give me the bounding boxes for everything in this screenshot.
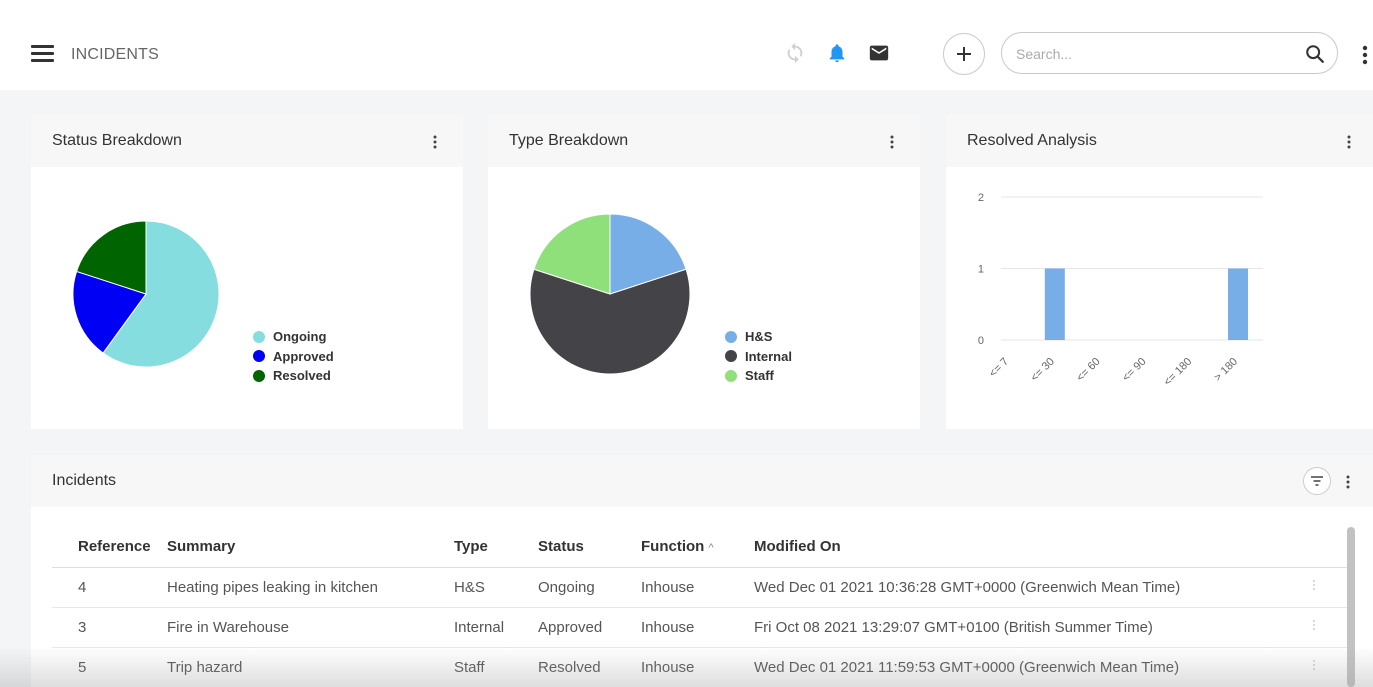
legend-item[interactable]: Ongoing (253, 327, 334, 347)
row-menu-icon[interactable] (1309, 567, 1347, 608)
cell-summary: Trip hazard (167, 647, 454, 687)
x-tick-label: <= 180 (1162, 356, 1195, 389)
y-tick-label: 0 (978, 335, 984, 347)
x-tick-label: <= 7 (987, 356, 1011, 380)
cell-modified-on: Wed Dec 01 2021 10:36:28 GMT+0000 (Green… (754, 567, 1309, 608)
cell-modified-on: Fri Oct 08 2021 13:29:07 GMT+0100 (Briti… (754, 607, 1309, 648)
bar[interactable] (1044, 268, 1065, 341)
top-app-bar: INCIDENTS (0, 0, 1373, 90)
legend-item[interactable]: Staff (725, 366, 792, 386)
table-row[interactable]: 3 Fire in Warehouse Internal Approved In… (52, 607, 1347, 648)
type-pie-chart (529, 213, 691, 375)
card-header: Resolved Analysis (946, 115, 1373, 167)
cell-reference: 3 (52, 607, 167, 648)
sort-asc-icon: ^ (708, 542, 714, 555)
card-title: Type Breakdown (509, 132, 629, 149)
cell-type: Internal (454, 607, 538, 648)
search-icon[interactable] (1304, 43, 1326, 65)
cell-reference: 5 (52, 647, 167, 687)
card-title: Resolved Analysis (967, 132, 1097, 149)
more-vert-icon[interactable] (429, 133, 441, 151)
cell-summary: Fire in Warehouse (167, 607, 454, 648)
more-vert-icon[interactable] (886, 133, 898, 151)
column-header-status[interactable]: Status (538, 527, 641, 568)
y-tick-label: 1 (978, 264, 984, 276)
cell-function: Inhouse (641, 647, 754, 687)
sync-icon[interactable] (782, 40, 808, 66)
cell-summary: Heating pipes leaking in kitchen (167, 567, 454, 608)
legend-item[interactable]: H&S (725, 327, 792, 347)
table-row[interactable]: 5 Trip hazard Staff Resolved Inhouse Wed… (52, 647, 1347, 687)
y-tick-label: 2 (978, 192, 984, 204)
resolved-bar-chart: 0 1 2 <= 7 <= 30 <= 60 <= 90 <= 180 > 180 (978, 192, 1263, 389)
cell-modified-on: Wed Dec 01 2021 11:59:53 GMT+0000 (Green… (754, 647, 1309, 687)
add-button[interactable] (943, 33, 985, 75)
status-breakdown-card: Status Breakdown Ongoing Approved Resolv… (31, 115, 463, 429)
incidents-card: Incidents Reference Summary Type Status … (31, 455, 1373, 687)
card-title: Status Breakdown (52, 132, 182, 149)
page-title: INCIDENTS (71, 46, 160, 63)
resolved-analysis-card: Resolved Analysis 0 1 2 <= 7 <= 30 <= 60 <= 90… (946, 115, 1373, 429)
more-vert-icon[interactable] (1343, 133, 1355, 151)
column-header-function[interactable]: Function ^ (641, 527, 754, 568)
menu-icon[interactable] (31, 45, 54, 62)
mail-icon[interactable] (866, 40, 892, 66)
search-input[interactable] (1016, 43, 1286, 65)
column-header-summary[interactable]: Summary (167, 527, 454, 568)
bar[interactable] (1228, 268, 1248, 341)
x-tick-label: <= 90 (1120, 356, 1148, 384)
card-header: Type Breakdown (488, 115, 920, 167)
plus-icon (957, 47, 971, 61)
type-legend: H&S Internal Staff (725, 327, 792, 386)
more-vert-icon[interactable] (1357, 44, 1373, 66)
legend-item[interactable]: Resolved (253, 366, 334, 386)
row-menu-icon[interactable] (1309, 647, 1347, 687)
column-header-modified-on[interactable]: Modified On (754, 527, 1309, 568)
status-legend: Ongoing Approved Resolved (253, 327, 334, 386)
table-row[interactable]: 4 Heating pipes leaking in kitchen H&S O… (52, 567, 1347, 608)
cell-status: Approved (538, 607, 641, 648)
filter-icon (1311, 476, 1323, 486)
column-header-actions (1309, 527, 1347, 568)
column-header-reference[interactable]: Reference (52, 527, 167, 568)
cell-status: Resolved (538, 647, 641, 687)
cell-function: Inhouse (641, 567, 754, 608)
card-header: Status Breakdown (31, 115, 463, 167)
status-pie-chart (72, 220, 220, 368)
cell-type: Staff (454, 647, 538, 687)
bell-icon[interactable] (824, 40, 850, 66)
scrollbar[interactable] (1347, 527, 1355, 687)
more-vert-icon[interactable] (1342, 473, 1354, 491)
cell-reference: 4 (52, 567, 167, 608)
incidents-table: Reference Summary Type Status Function ^… (52, 527, 1347, 687)
column-header-type[interactable]: Type (454, 527, 538, 568)
x-tick-label: > 180 (1212, 356, 1240, 384)
x-tick-label: <= 60 (1074, 356, 1102, 384)
legend-item[interactable]: Approved (253, 347, 334, 367)
search-field[interactable] (1001, 32, 1338, 74)
filter-button[interactable] (1303, 467, 1331, 495)
row-menu-icon[interactable] (1309, 607, 1347, 648)
table-header-row: Reference Summary Type Status Function ^… (52, 527, 1347, 568)
cell-status: Ongoing (538, 567, 641, 608)
card-title: Incidents (52, 472, 117, 489)
cell-function: Inhouse (641, 607, 754, 648)
cell-type: H&S (454, 567, 538, 608)
x-tick-label: <= 30 (1029, 356, 1057, 384)
type-breakdown-card: Type Breakdown H&S Internal Staff (488, 115, 920, 429)
card-header: Incidents (31, 455, 1373, 507)
legend-item[interactable]: Internal (725, 347, 792, 367)
